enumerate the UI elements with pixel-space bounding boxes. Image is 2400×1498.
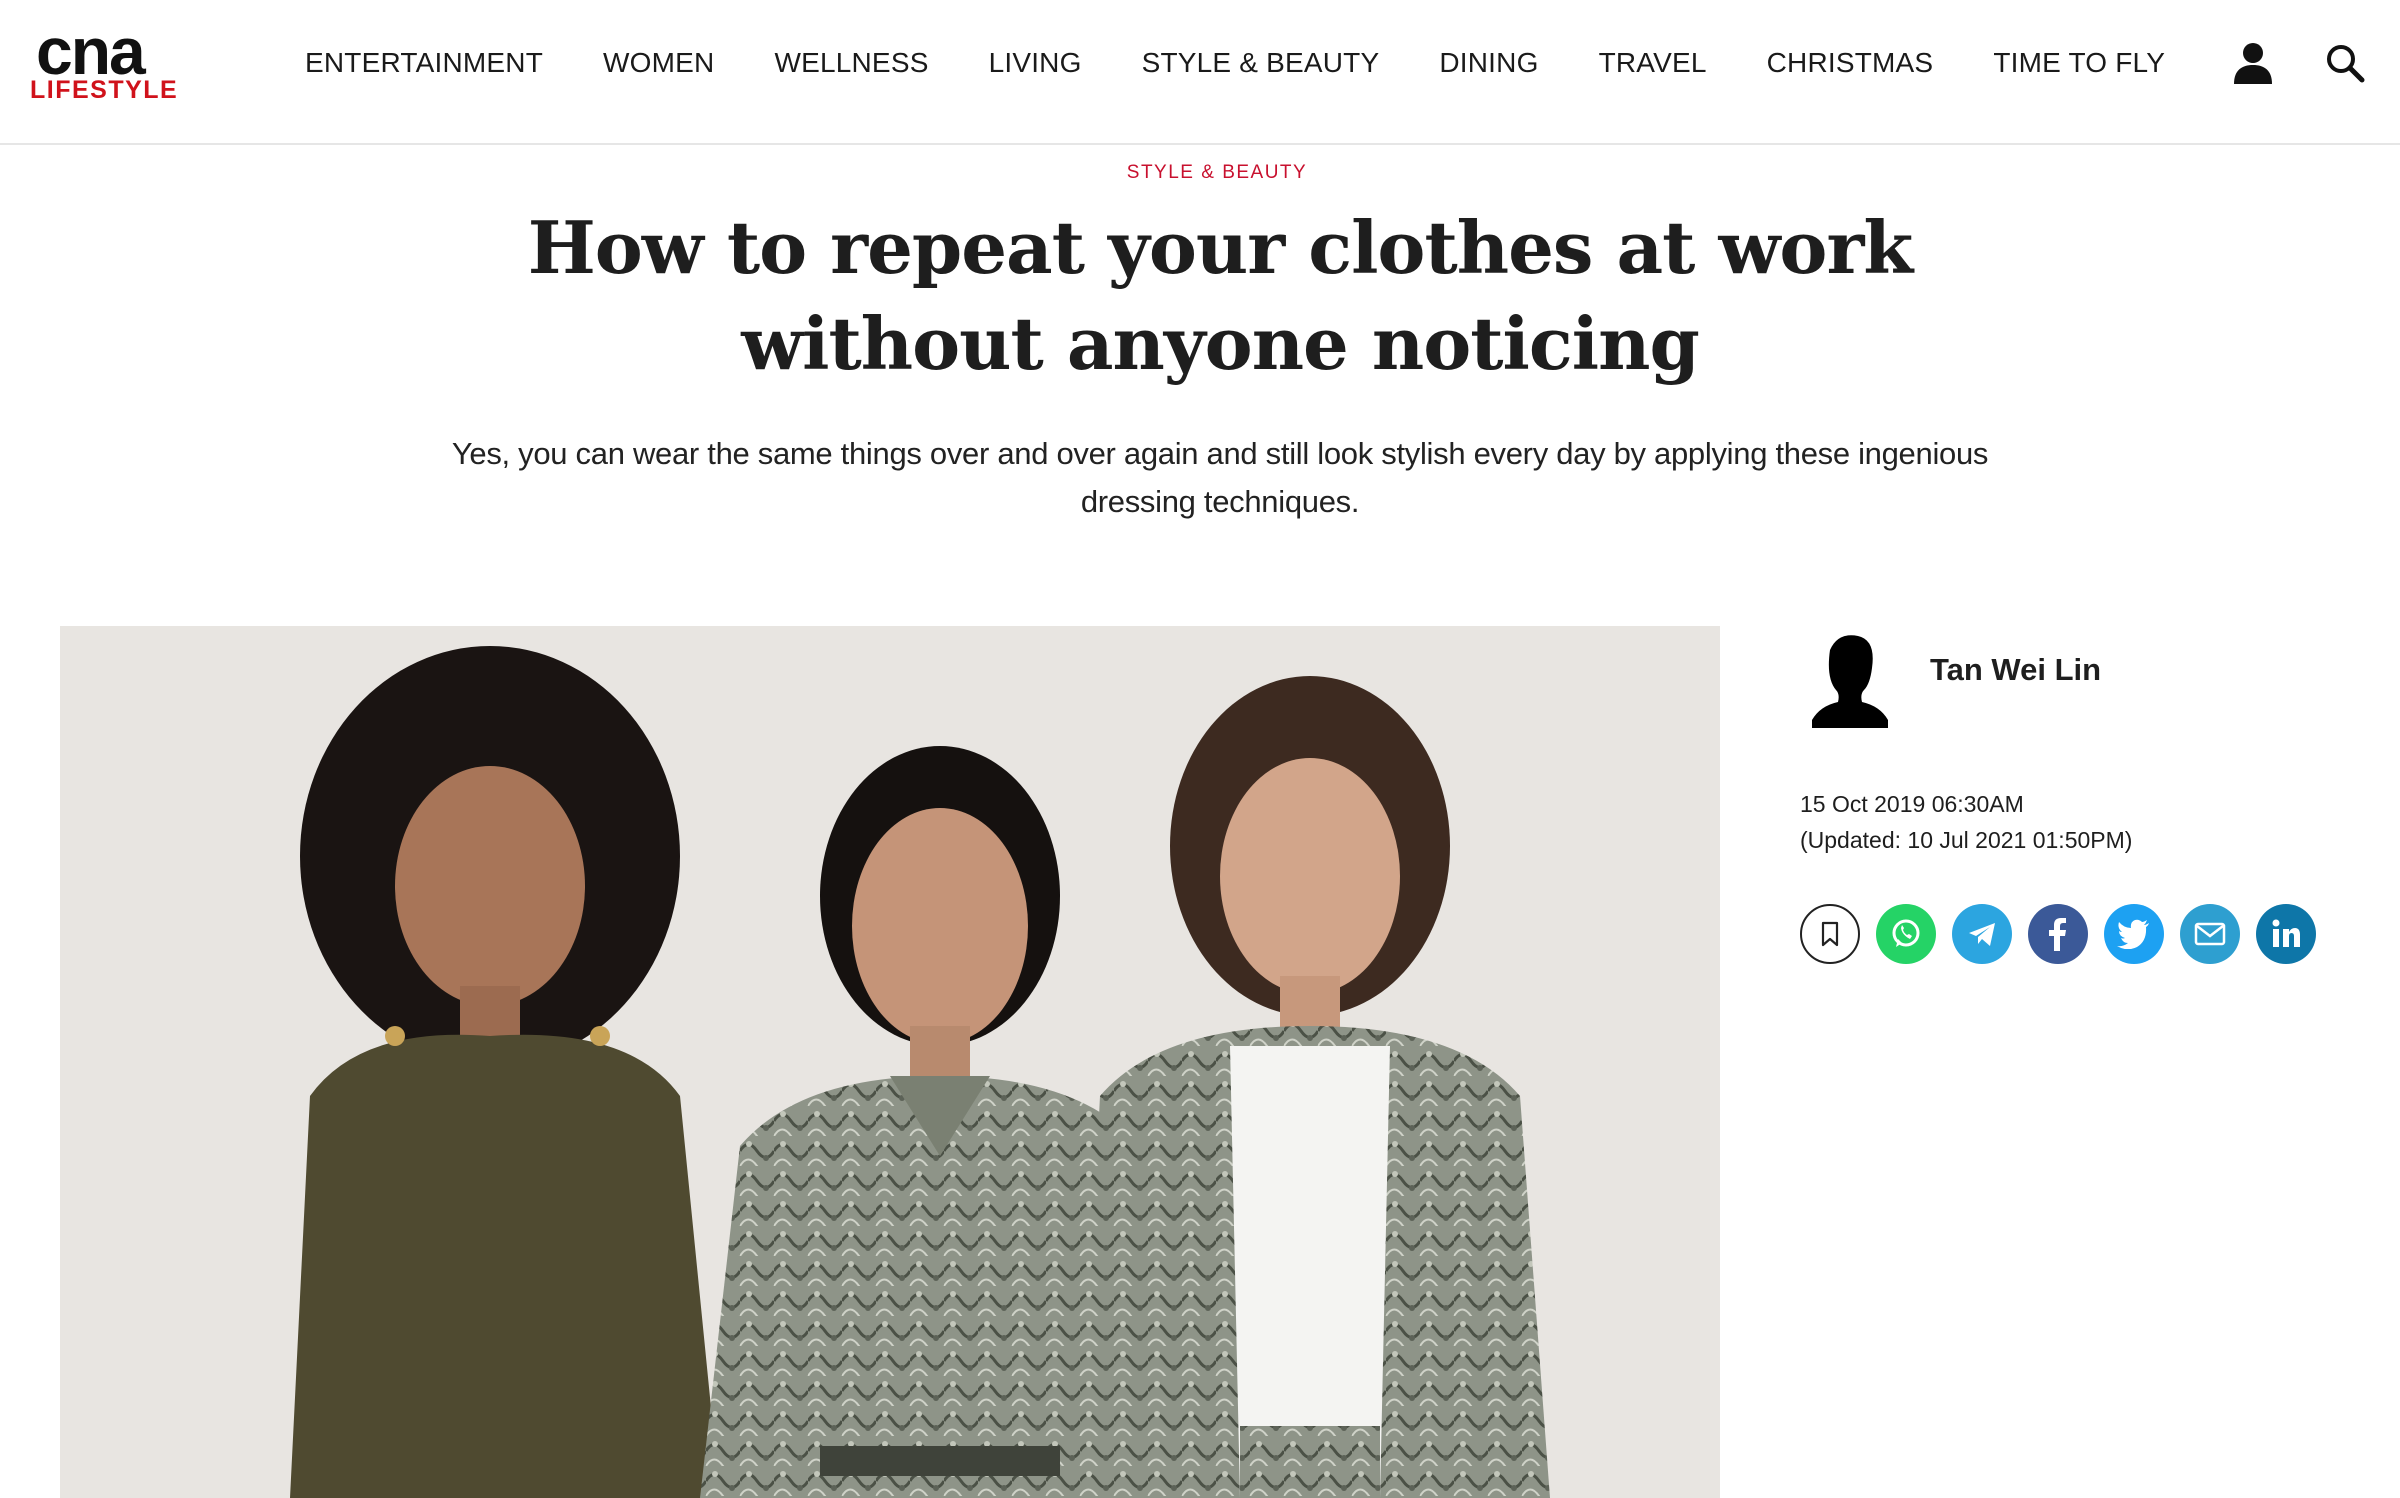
share-twitter-button[interactable] — [2104, 904, 2164, 964]
share-linkedin-button[interactable] — [2256, 904, 2316, 964]
nav-christmas[interactable]: CHRISTMAS — [1767, 47, 1934, 79]
nav-women[interactable]: WOMEN — [603, 47, 714, 79]
nav-wellness[interactable]: WELLNESS — [774, 47, 928, 79]
bookmark-icon — [1821, 921, 1839, 947]
author-name[interactable]: Tan Wei Lin — [1930, 652, 2101, 688]
facebook-icon — [2049, 918, 2066, 951]
nav-time-to-fly[interactable]: TIME TO FLY — [1993, 47, 2165, 79]
nav-dining[interactable]: DINING — [1439, 47, 1538, 79]
hero-image — [60, 626, 1720, 1498]
user-icon[interactable] — [2230, 40, 2276, 86]
linkedin-icon — [2272, 919, 2300, 947]
email-icon — [2194, 922, 2226, 946]
logo-cna-text: cna — [36, 14, 146, 88]
share-facebook-button[interactable] — [2028, 904, 2088, 964]
site-header: cna LIFESTYLE ENTERTAINMENT WOMEN WELLNE… — [0, 0, 2400, 145]
updated-timestamp: (Updated: 10 Jul 2021 01:50PM) — [1800, 827, 2133, 853]
twitter-icon — [2117, 919, 2149, 949]
main-nav: ENTERTAINMENT WOMEN WELLNESS LIVING STYL… — [305, 0, 2225, 125]
share-email-button[interactable] — [2180, 904, 2240, 964]
published-timestamp: 15 Oct 2019 06:30AM — [1800, 791, 2024, 817]
article-category[interactable]: STYLE & BEAUTY — [0, 162, 2400, 184]
publish-date: 15 Oct 2019 06:30AM (Updated: 10 Jul 202… — [1800, 786, 2132, 858]
model-left — [290, 646, 720, 1498]
bookmark-button[interactable] — [1800, 904, 1860, 964]
search-icon[interactable] — [2322, 40, 2368, 86]
telegram-icon — [1969, 923, 1995, 946]
nav-travel[interactable]: TRAVEL — [1599, 47, 1707, 79]
share-bar — [1800, 904, 2332, 964]
logo-lifestyle-text: LIFESTYLE — [30, 76, 179, 104]
whatsapp-icon — [1892, 919, 1920, 947]
article-title: How to repeat your clothes at work witho… — [527, 205, 1914, 386]
nav-entertainment[interactable]: ENTERTAINMENT — [305, 47, 543, 79]
nav-living[interactable]: LIVING — [989, 47, 1082, 79]
share-telegram-button[interactable] — [1952, 904, 2012, 964]
hero-photo-illustration — [60, 626, 1720, 1498]
nav-style-beauty[interactable]: STYLE & BEAUTY — [1142, 47, 1380, 79]
author-avatar — [1810, 632, 1890, 728]
cna-lifestyle-logo[interactable]: cna LIFESTYLE — [28, 18, 177, 106]
share-whatsapp-button[interactable] — [1876, 904, 1936, 964]
article-subtitle: Yes, you can wear the same things over a… — [451, 436, 1989, 519]
